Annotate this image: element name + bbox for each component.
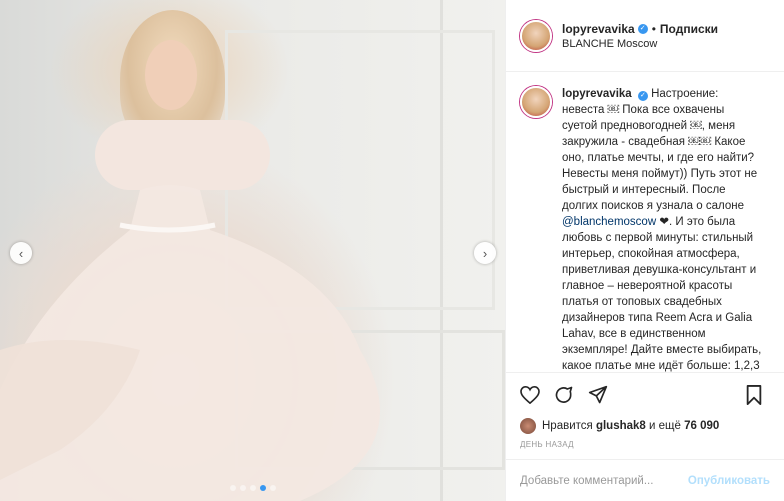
separator: • (651, 21, 656, 36)
liker-avatar[interactable] (520, 418, 536, 434)
post-sidebar: lopyrevavika ✓ • Подписки BLANCHE Moscow… (505, 0, 784, 501)
post-caption: lopyrevavika ✓ Настроение: невеста ￼ Пок… (562, 86, 762, 372)
following-button[interactable]: Подписки (660, 22, 718, 36)
bookmark-icon (746, 384, 762, 405)
caption-text-continued: ❤. И это была любовь с первой минуты: ст… (562, 216, 762, 372)
location-link[interactable]: BLANCHE Moscow (562, 38, 718, 50)
carousel-indicator (0, 485, 505, 491)
post-header: lopyrevavika ✓ • Подписки BLANCHE Moscow (506, 0, 784, 72)
save-button[interactable] (740, 381, 768, 409)
action-bar (506, 372, 784, 416)
caption-username[interactable]: lopyrevavika (562, 88, 632, 100)
bride-face (145, 40, 197, 110)
publish-button[interactable]: Опубликовать (688, 475, 770, 487)
heart-icon (520, 385, 540, 404)
carousel-prev-button[interactable]: ‹ (10, 242, 32, 264)
carousel-dot-active (259, 485, 266, 491)
comments-area: lopyrevavika ✓ Настроение: невеста ￼ Пок… (506, 72, 784, 372)
liker-username[interactable]: glushak8 (596, 420, 646, 432)
carousel-dot (249, 485, 256, 491)
verified-badge-icon: ✓ (637, 23, 648, 34)
chevron-right-icon: › (482, 245, 488, 261)
verified-badge-icon: ✓ (637, 91, 648, 101)
chevron-left-icon: ‹ (18, 245, 24, 261)
likes-count[interactable]: 76 090 (684, 420, 719, 432)
carousel-next-button[interactable]: › (474, 242, 496, 264)
header-info: lopyrevavika ✓ • Подписки BLANCHE Moscow (562, 22, 718, 50)
likes-prefix: Нравится (542, 420, 593, 432)
likes-row: Нравится glushak8 и ещё 76 090 (506, 416, 784, 436)
share-icon (588, 385, 608, 403)
caption-avatar[interactable] (520, 86, 552, 118)
share-button[interactable] (584, 381, 612, 409)
carousel-dot (229, 485, 236, 491)
comment-button[interactable] (550, 381, 578, 409)
comment-icon (555, 386, 573, 403)
like-button[interactable] (516, 381, 544, 409)
caption-text: Настроение: невеста ￼ Пока все охвачены … (562, 88, 758, 212)
mention-link[interactable]: @blanchemoscow (562, 216, 656, 228)
carousel-dot (239, 485, 246, 491)
header-row: lopyrevavika ✓ • Подписки (562, 22, 718, 36)
post-date[interactable]: ДЕНЬ НАЗАД (506, 436, 784, 459)
comment-input[interactable] (520, 474, 688, 487)
carousel-dot (269, 485, 276, 491)
avatar[interactable] (520, 19, 552, 52)
wedding-dress (0, 185, 380, 501)
username-link[interactable]: lopyrevavika (562, 22, 635, 36)
post-photo[interactable]: ‹ › (0, 0, 505, 501)
instagram-post: ‹ › lopyrevavika ✓ • Подписки BLANCHE Mo… (0, 0, 784, 501)
likes-middle: и ещё (649, 420, 681, 432)
add-comment-bar: Опубликовать (506, 459, 784, 501)
